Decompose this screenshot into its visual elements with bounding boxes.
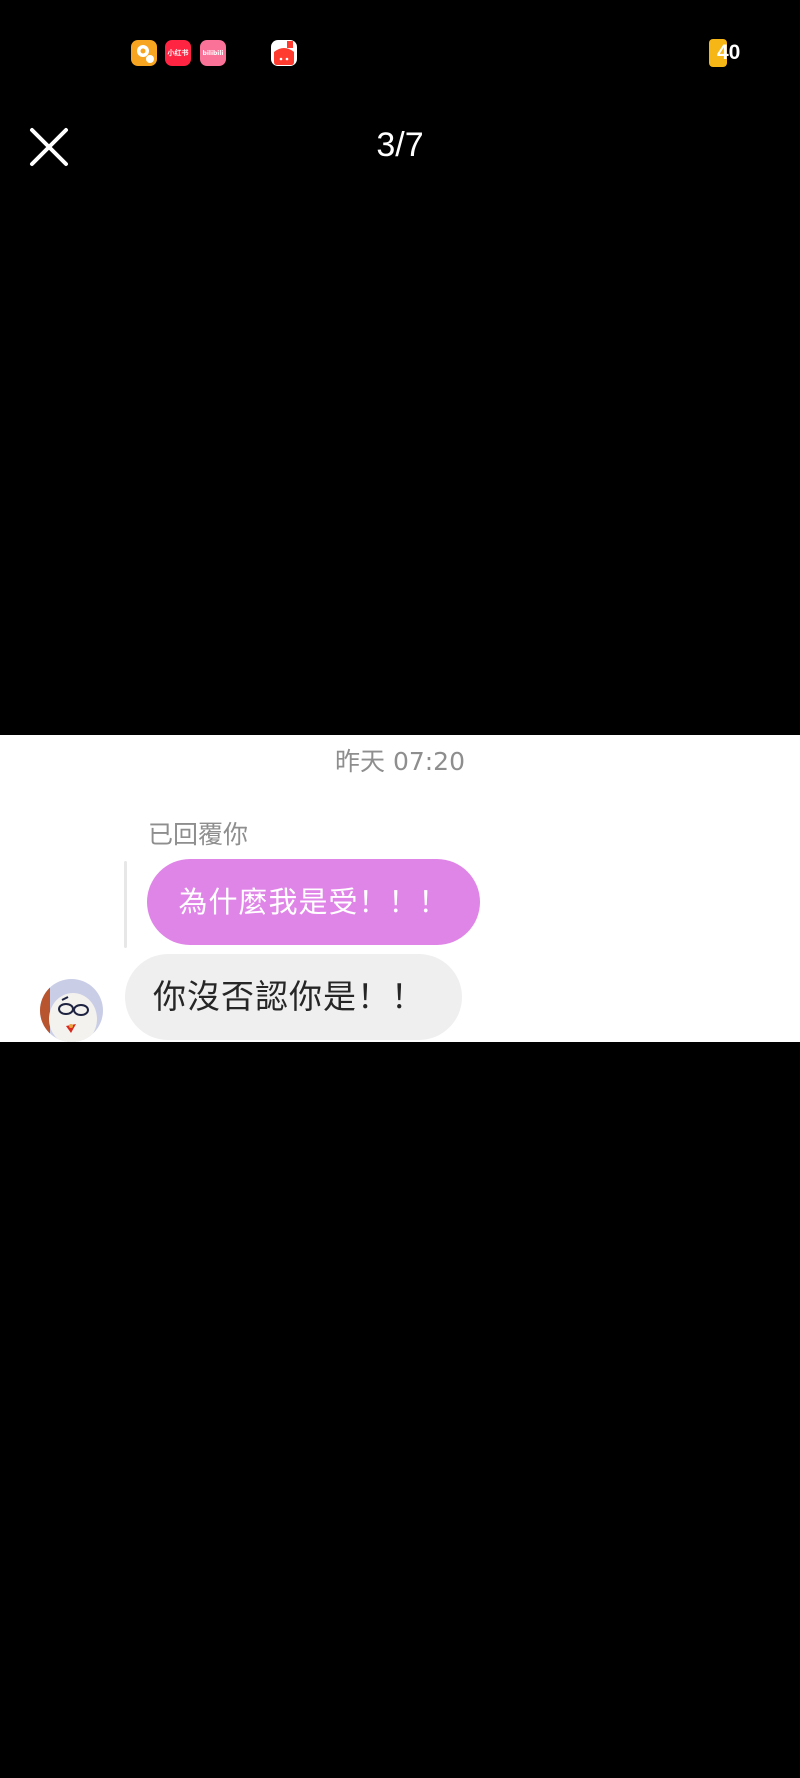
xiaohongshu-app-label: 小红书 — [167, 49, 189, 57]
page-counter: 3/7 — [376, 126, 424, 164]
battery-level: 40 — [717, 41, 741, 64]
bilibili-app-label: bilibili — [202, 49, 224, 57]
reply-label: 已回覆你 — [148, 820, 249, 849]
received-message-bubble: 你沒否認你是！！ — [125, 954, 462, 1040]
quoted-message-bubble: 為什麼我是受！！！ — [147, 859, 480, 945]
battery-indicator: 40 — [709, 39, 749, 67]
status-bar: 小红书 bilibili 40 — [0, 0, 800, 100]
xiaohongshu-app-icon: 小红书 — [165, 40, 191, 66]
close-icon — [30, 128, 68, 166]
bilibili-app-icon: bilibili — [200, 40, 226, 66]
chat-screenshot-image: 昨天 07:20 已回覆你 為什麼我是受！！！ 你沒否認你是！！ — [0, 735, 800, 1042]
calendar-app-icon — [271, 40, 297, 66]
close-button[interactable] — [22, 120, 76, 174]
quote-indicator-bar — [124, 861, 127, 948]
message-timestamp: 昨天 07:20 — [335, 747, 465, 776]
maps-app-icon — [131, 40, 157, 66]
avatar — [40, 979, 103, 1042]
